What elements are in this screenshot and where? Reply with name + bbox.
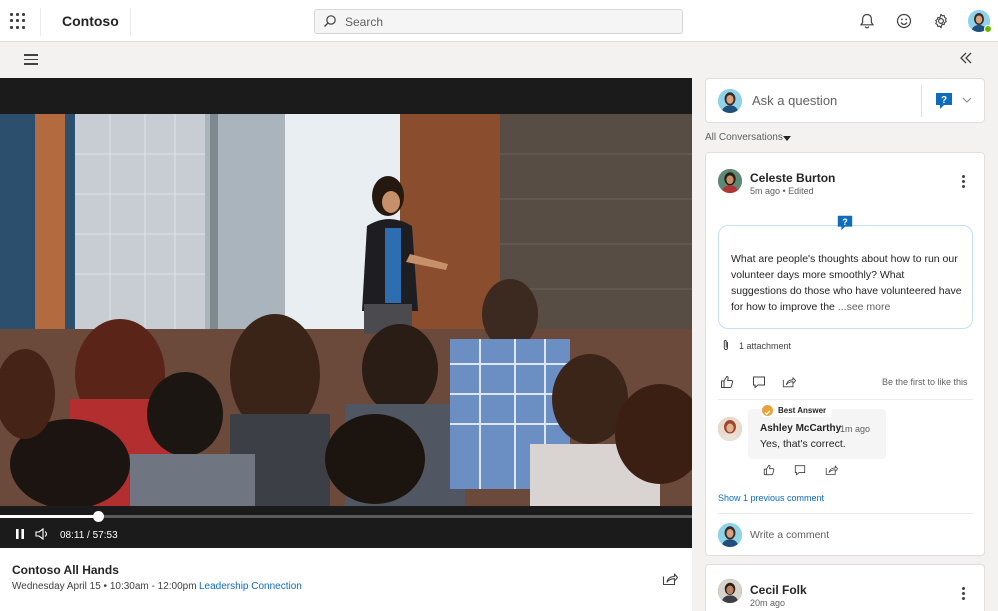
event-title: Contoso All Hands: [12, 563, 119, 577]
more-options-icon[interactable]: [962, 175, 966, 189]
best-answer-badge: Best Answer: [762, 405, 832, 417]
post-author[interactable]: Cecil Folk: [750, 583, 807, 597]
question-text: What are people's thoughts about how to …: [731, 251, 963, 315]
comment-icon[interactable]: [794, 464, 806, 476]
divider: [718, 399, 973, 400]
avatar: [718, 523, 742, 547]
volume-icon[interactable]: [34, 527, 50, 541]
presence-indicator: [984, 25, 992, 33]
share-icon[interactable]: [825, 464, 838, 476]
video-frame[interactable]: [0, 114, 692, 506]
top-bar: Contoso: [0, 0, 998, 42]
ask-question-input[interactable]: Ask a question: [752, 93, 837, 108]
post-time: 20m ago: [750, 598, 786, 608]
search-icon: [324, 15, 336, 27]
divider: [718, 513, 973, 514]
comment-icon[interactable]: [752, 375, 766, 389]
user-avatar-icon: [718, 579, 742, 603]
show-previous-comments-link[interactable]: Show 1 previous comment: [718, 493, 824, 503]
search-box[interactable]: [314, 9, 683, 34]
best-answer-reply: Best Answer Ashley McCarthy 1m ago Yes, …: [748, 405, 886, 459]
event-info: Contoso All Hands Wednesday April 15 • 1…: [0, 548, 692, 611]
event-meta: Wednesday April 15 • 10:30am - 12:00pm: [12, 581, 197, 592]
video-controls: 08:11 / 57:53: [0, 506, 692, 548]
app-brand[interactable]: Contoso: [62, 13, 119, 29]
share-icon[interactable]: [662, 572, 678, 586]
conversation-card: Cecil Folk 20m ago: [705, 564, 985, 611]
post-author[interactable]: Celeste Burton: [750, 171, 835, 185]
gear-icon[interactable]: [932, 12, 950, 30]
hamburger-menu-icon[interactable]: [24, 54, 38, 65]
reply-time: 1m ago: [840, 424, 871, 434]
smiley-icon[interactable]: [895, 12, 913, 30]
avatar: [718, 579, 742, 603]
divider: [130, 8, 131, 36]
time-display: 08:11 / 57:53: [60, 530, 118, 541]
divider: [921, 85, 922, 117]
caret-down-icon[interactable]: [783, 136, 791, 141]
question-type-icon[interactable]: ?: [934, 91, 954, 111]
ask-question-box[interactable]: Ask a question ?: [705, 78, 985, 123]
user-avatar-icon: [718, 169, 742, 193]
reply-text: Yes, that's correct.: [760, 438, 846, 450]
question-icon: ?: [837, 215, 853, 231]
collapse-panel-icon[interactable]: [958, 50, 974, 66]
like-icon[interactable]: [720, 375, 734, 389]
like-icon[interactable]: [763, 464, 775, 476]
seek-bar-thumb[interactable]: [93, 511, 104, 522]
question-bubble: What are people's thoughts about how to …: [718, 225, 973, 329]
seek-bar[interactable]: [0, 511, 692, 522]
post-time: 5m ago • Edited: [750, 186, 814, 196]
user-avatar-icon: [718, 523, 742, 547]
attachment-count[interactable]: 1 attachment: [739, 341, 791, 351]
avatar: [718, 169, 742, 193]
svg-text:?: ?: [842, 217, 848, 227]
conversation-panel: Ask a question ? All Conversations Celes…: [693, 70, 998, 611]
conversation-filter[interactable]: All Conversations: [705, 132, 783, 143]
avatar: [718, 89, 742, 113]
waffle-icon[interactable]: [10, 13, 26, 29]
best-answer-label: Best Answer: [778, 406, 827, 415]
chevron-down-icon[interactable]: [962, 96, 972, 104]
avatar: [718, 417, 742, 441]
bell-icon[interactable]: [858, 12, 876, 30]
see-more-link[interactable]: ...see more: [838, 301, 891, 313]
event-group-link[interactable]: Leadership Connection: [199, 581, 302, 592]
divider: [40, 8, 41, 36]
search-input[interactable]: [345, 10, 675, 33]
svg-text:?: ?: [941, 95, 947, 106]
user-avatar-icon: [718, 89, 742, 113]
conversation-card: Celeste Burton 5m ago • Edited What are …: [705, 152, 985, 556]
like-hint: Be the first to like this: [882, 377, 968, 387]
more-options-icon[interactable]: [962, 587, 966, 601]
reply-author[interactable]: Ashley McCarthy: [760, 423, 841, 434]
pause-icon[interactable]: [15, 528, 25, 540]
check-badge-icon: [762, 405, 773, 416]
seek-bar-progress: [0, 515, 98, 518]
user-avatar-icon: [718, 417, 742, 441]
video-player[interactable]: 08:11 / 57:53: [0, 78, 692, 548]
share-icon[interactable]: [782, 375, 796, 389]
paperclip-icon: [723, 340, 728, 351]
write-comment-input[interactable]: [750, 529, 950, 541]
